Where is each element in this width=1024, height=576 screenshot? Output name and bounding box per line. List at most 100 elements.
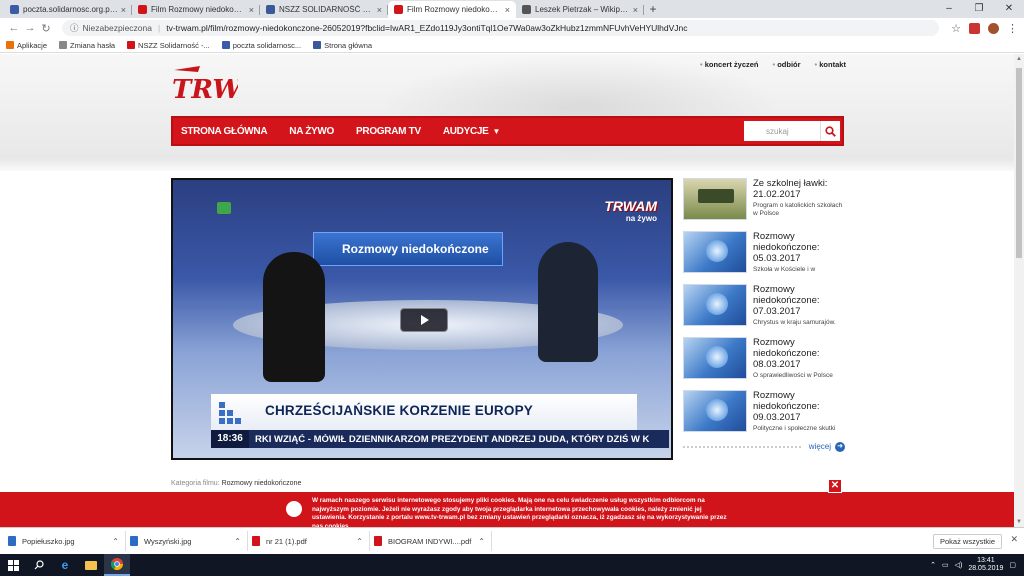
menu-icon[interactable]: ⋮ bbox=[1007, 22, 1018, 35]
bookmark-item[interactable]: poczta solidarnosc... bbox=[221, 41, 301, 50]
minimize-button[interactable]: – bbox=[934, 0, 964, 18]
cookie-text: W ramach naszego serwisu internetowego s… bbox=[312, 497, 727, 527]
chevron-up-icon[interactable]: ⌃ bbox=[234, 537, 241, 546]
studio-screen-title: Rozmowy niedokończone bbox=[342, 242, 489, 256]
network-icon[interactable]: ▭ bbox=[942, 561, 949, 569]
arrow-right-icon[interactable]: ➜ bbox=[835, 442, 845, 452]
tab-title: Film Rozmowy niedokończo bbox=[151, 5, 246, 14]
related-video-item[interactable]: Rozmowy niedokończone: 09.03.2017 Polityc… bbox=[683, 390, 845, 443]
bookmark-item[interactable]: Aplikacje bbox=[6, 41, 47, 50]
video-thumbnail[interactable] bbox=[683, 337, 747, 379]
related-video-item[interactable]: Rozmowy niedokończone: 07.03.2017 Chrystu… bbox=[683, 284, 845, 337]
scroll-up-icon[interactable]: ▲ bbox=[1014, 54, 1024, 64]
page-scrollbar[interactable]: ▲ ▼ bbox=[1014, 54, 1024, 527]
browser-tab[interactable]: NSZZ SOLIDARNOŚĆ LUBLIN - St× bbox=[260, 1, 388, 18]
related-video-item[interactable]: Rozmowy niedokończone: 05.03.2017 Szkoła … bbox=[683, 231, 845, 284]
url-field[interactable]: ⓘ Niezabezpieczona | tv-trwam.pl/film/ro… bbox=[62, 20, 940, 36]
nav-na-zywo[interactable]: NA ŻYWO bbox=[289, 126, 334, 137]
related-video-title[interactable]: Rozmowy niedokończone: 08.03.2017 bbox=[753, 337, 845, 370]
file-explorer-icon[interactable] bbox=[78, 554, 104, 576]
scroll-thumb[interactable] bbox=[1016, 68, 1022, 258]
tab-favicon-icon bbox=[266, 5, 275, 14]
link-koncert-zyczen[interactable]: koncert życzeń bbox=[700, 60, 759, 69]
video-thumbnail[interactable] bbox=[683, 390, 747, 432]
new-tab-button[interactable]: + bbox=[644, 1, 662, 18]
search-taskbar-icon[interactable] bbox=[26, 554, 52, 576]
bookmark-item[interactable]: Zmiana hasła bbox=[59, 41, 115, 50]
link-odbior[interactable]: odbiór bbox=[773, 60, 800, 69]
category-value[interactable]: Rozmowy niedokończone bbox=[222, 480, 302, 487]
play-button[interactable] bbox=[400, 308, 448, 332]
host-figure bbox=[538, 242, 598, 362]
notifications-icon[interactable]: ▢ bbox=[1009, 561, 1016, 569]
start-button[interactable] bbox=[0, 554, 26, 576]
close-window-button[interactable]: ✕ bbox=[994, 0, 1024, 18]
video-thumbnail[interactable] bbox=[683, 231, 747, 273]
edge-icon[interactable]: e bbox=[52, 554, 78, 576]
download-item[interactable]: Wyszyński.jpg ⌃ bbox=[130, 531, 248, 551]
chevron-up-icon[interactable]: ⌃ bbox=[356, 537, 363, 546]
search-button[interactable] bbox=[820, 121, 840, 141]
related-video-description: O sprawiedliwości w Polsce bbox=[753, 372, 833, 379]
related-video-item[interactable]: Rozmowy niedokończone: 08.03.2017 O spraw… bbox=[683, 337, 845, 390]
tab-close-icon[interactable]: × bbox=[377, 5, 382, 15]
link-kontakt[interactable]: kontakt bbox=[815, 60, 846, 69]
volume-icon[interactable]: ◁) bbox=[955, 561, 963, 569]
search-input[interactable]: szukaj bbox=[744, 121, 820, 141]
chevron-up-icon[interactable]: ⌃ bbox=[478, 537, 485, 546]
tab-title: Film Rozmowy niedokończone: 2 bbox=[407, 5, 502, 14]
tab-close-icon[interactable]: × bbox=[505, 5, 510, 15]
show-all-downloads-button[interactable]: Pokaż wszystkie bbox=[932, 534, 1002, 549]
tab-favicon-icon bbox=[522, 5, 531, 14]
related-video-title[interactable]: Rozmowy niedokończone: 07.03.2017 bbox=[753, 284, 845, 317]
browser-tab[interactable]: Film Rozmowy niedokończo × bbox=[132, 1, 260, 18]
browser-tab[interactable]: Film Rozmowy niedokończone: 2× bbox=[388, 1, 516, 18]
more-label[interactable]: więcej bbox=[809, 442, 831, 451]
cookie-close-button[interactable]: ✕ bbox=[828, 479, 842, 493]
chevron-up-icon[interactable]: ⌃ bbox=[930, 561, 936, 569]
scroll-down-icon[interactable]: ▼ bbox=[1014, 517, 1024, 527]
related-video-item[interactable]: Ze szkolnej ławki: 21.02.2017 Program o k… bbox=[683, 178, 845, 231]
nav-audycje[interactable]: AUDYCJE ▼ bbox=[443, 126, 501, 137]
nav-program-tv[interactable]: PROGRAM TV bbox=[356, 126, 421, 137]
play-icon bbox=[421, 315, 429, 325]
trwam-logo[interactable]: TRWAM bbox=[170, 64, 238, 108]
chevron-up-icon[interactable]: ⌃ bbox=[112, 537, 119, 546]
bookmark-item[interactable]: NSZZ Solidarność -... bbox=[127, 41, 210, 50]
tab-close-icon[interactable]: × bbox=[121, 5, 126, 15]
download-filename: BIOGRAM INDYWI....pdf bbox=[388, 536, 472, 546]
profile-avatar[interactable] bbox=[988, 22, 999, 34]
download-item[interactable]: BIOGRAM INDYWI....pdf ⌃ bbox=[374, 531, 492, 551]
back-icon[interactable]: ← bbox=[6, 22, 22, 34]
extension-icon[interactable] bbox=[969, 22, 980, 34]
related-video-title[interactable]: Ze szkolnej ławki: 21.02.2017 bbox=[753, 178, 845, 200]
maximize-button[interactable]: ❐ bbox=[964, 0, 994, 18]
reload-icon[interactable]: ↻ bbox=[38, 22, 54, 35]
window-controls: – ❐ ✕ bbox=[934, 0, 1024, 18]
info-icon[interactable]: ⓘ bbox=[70, 22, 79, 34]
video-player[interactable]: Rozmowy niedokończone TRWAM na żywo CHRZ… bbox=[171, 178, 673, 460]
close-downloads-icon[interactable]: ✕ bbox=[1010, 534, 1018, 545]
download-item[interactable]: Popiełuszko.jpg ⌃ bbox=[8, 531, 126, 551]
related-video-title[interactable]: Rozmowy niedokończone: 09.03.2017 bbox=[753, 390, 845, 423]
download-item[interactable]: nr 21 (1).pdf ⌃ bbox=[252, 531, 370, 551]
url-text: tv-trwam.pl/film/rozmowy-niedokonczone-2… bbox=[166, 23, 688, 33]
bookmark-icon bbox=[313, 41, 322, 49]
bookmark-item[interactable]: Strona główna bbox=[313, 41, 372, 50]
lower-third-logo-icon bbox=[219, 402, 241, 424]
chrome-icon[interactable] bbox=[104, 554, 130, 576]
related-video-title[interactable]: Rozmowy niedokończone: 05.03.2017 bbox=[753, 231, 845, 264]
bookmark-star-icon[interactable]: ☆ bbox=[951, 22, 961, 35]
search-icon bbox=[825, 125, 836, 137]
forward-icon[interactable]: → bbox=[22, 22, 38, 34]
video-thumbnail[interactable] bbox=[683, 284, 747, 326]
browser-tab[interactable]: Leszek Pietrzak – Wikipedia, wol× bbox=[516, 1, 644, 18]
video-thumbnail[interactable] bbox=[683, 178, 747, 220]
bookmark-label: Zmiana hasła bbox=[70, 40, 116, 50]
browser-tab[interactable]: poczta.solidarnosc.org.pl :: Odeb× bbox=[4, 1, 132, 18]
tab-close-icon[interactable]: × bbox=[633, 5, 638, 15]
tab-close-icon[interactable]: × bbox=[249, 5, 254, 15]
clock[interactable]: 13:41 28.05.2019 bbox=[968, 557, 1003, 573]
more-link[interactable]: więcej ➜ bbox=[683, 442, 845, 452]
nav-strona-glowna[interactable]: STRONA GŁÓWNA bbox=[181, 126, 268, 137]
